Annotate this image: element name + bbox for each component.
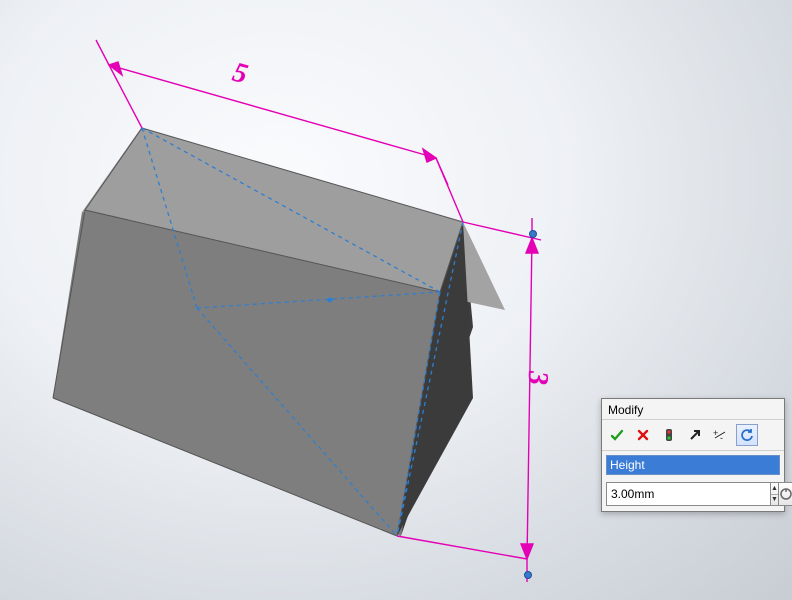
reverse-direction-button[interactable] (684, 424, 706, 446)
mark-dimension-button[interactable] (736, 424, 758, 446)
dimension-height-label[interactable]: 3 (521, 371, 553, 385)
dimension-handle[interactable] (524, 571, 532, 579)
dimension-name-input[interactable] (606, 455, 780, 475)
check-icon (610, 428, 624, 442)
rebuild-button[interactable] (658, 424, 680, 446)
spin-down-icon[interactable]: ▼ (771, 494, 778, 506)
cad-viewport[interactable]: 5 3 Modify + - (0, 0, 792, 600)
thumbwheel-icon (779, 487, 792, 501)
refresh-icon (740, 428, 754, 442)
half-spin-button[interactable]: + - (710, 424, 732, 446)
arrow-up-right-icon (688, 428, 702, 442)
thumbwheel-button[interactable] (779, 482, 792, 506)
dimension-value-input[interactable] (606, 482, 771, 506)
plus-minus-icon: + - (713, 428, 729, 442)
traffic-light-icon (662, 428, 676, 442)
modify-dialog: Modify + - (601, 398, 785, 512)
modify-dialog-title: Modify (602, 399, 784, 419)
value-spinner[interactable]: ▲ ▼ (771, 482, 779, 506)
cancel-button[interactable] (632, 424, 654, 446)
ok-button[interactable] (606, 424, 628, 446)
dimension-handle[interactable] (529, 230, 537, 238)
spin-up-icon[interactable]: ▲ (771, 483, 778, 494)
x-icon (636, 428, 650, 442)
modify-toolbar: + - (602, 419, 784, 451)
